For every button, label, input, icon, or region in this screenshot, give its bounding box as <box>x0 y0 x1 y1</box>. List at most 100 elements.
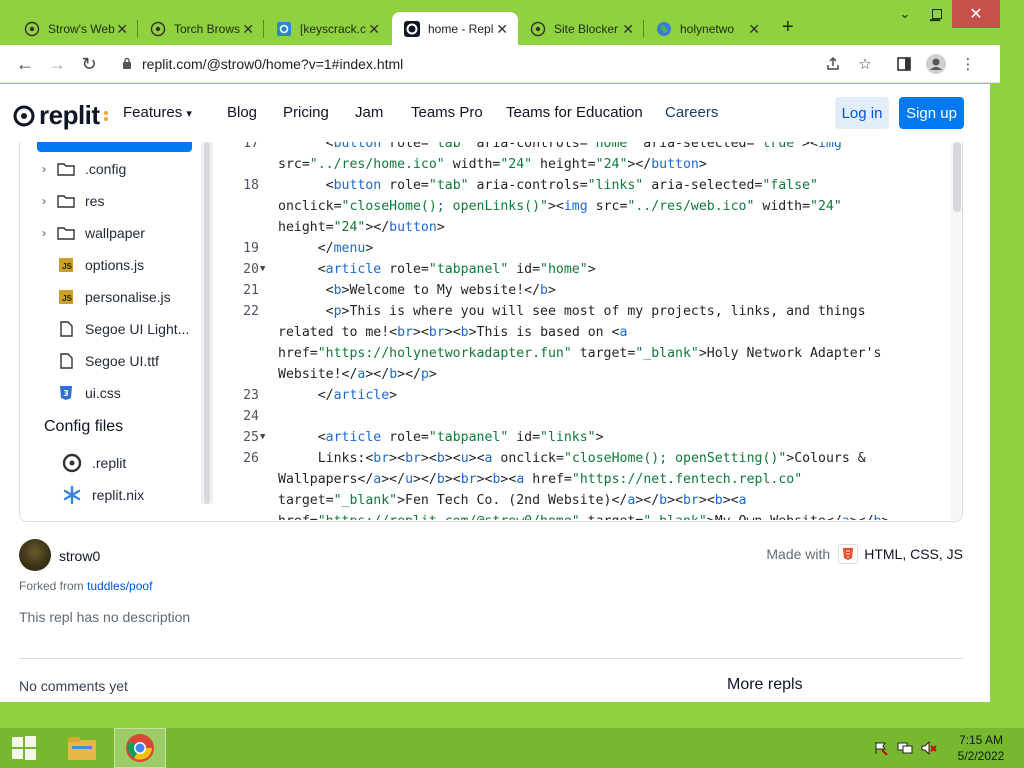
folder-icon <box>57 192 75 210</box>
logo-text: replit <box>39 100 100 130</box>
back-icon[interactable]: ← <box>14 53 36 75</box>
file-name: Segoe UI Light... <box>85 321 190 337</box>
code-line[interactable]: 19 </menu> <box>221 238 946 259</box>
folder-icon <box>57 160 75 178</box>
tree-file-ui-css[interactable]: 3 ui.css <box>37 379 197 407</box>
code-text: </menu> <box>278 241 374 256</box>
profile-icon[interactable] <box>925 53 947 75</box>
nix-snowflake-icon <box>62 485 82 505</box>
share-icon[interactable] <box>822 53 844 75</box>
address-bar[interactable]: replit.com/@strow0/home?v=1#index.html <box>112 50 882 78</box>
code-line[interactable]: 18 <button role="tab" aria-controls="lin… <box>221 175 946 238</box>
code-text: <p>This is where you will see most of my… <box>278 304 882 382</box>
code-text: <article role="tabpanel" id="home"> <box>278 262 596 277</box>
start-button[interactable] <box>0 728 48 768</box>
nav-pricing[interactable]: Pricing <box>283 104 329 121</box>
tab-home-repl[interactable]: home - Repl ✕ <box>392 12 518 45</box>
nav-features-label: Features <box>123 104 183 121</box>
new-tab-button[interactable]: + <box>782 16 794 39</box>
close-tab-icon[interactable]: ✕ <box>622 21 634 38</box>
css-file-icon: 3 <box>57 384 75 402</box>
code-line[interactable]: 22 <p>This is where you will see most of… <box>221 301 946 385</box>
code-line[interactable]: 26 Links:<br><br><b><u><a onclick="close… <box>221 448 946 520</box>
forward-icon[interactable]: → <box>46 53 68 75</box>
nav-features[interactable]: Features ▾ <box>123 104 192 121</box>
scrollbar-thumb[interactable] <box>204 142 210 504</box>
fold-chevron-icon[interactable]: ▼ <box>260 427 265 448</box>
maximize-icon <box>932 9 942 19</box>
tab-torch-browser[interactable]: Torch Brows ✕ <box>138 12 264 45</box>
chrome-taskbar[interactable] <box>114 728 166 768</box>
forked-link[interactable]: tuddles/poof <box>87 579 152 593</box>
volume-muted-icon[interactable] <box>920 740 938 756</box>
file-explorer-taskbar[interactable] <box>58 728 106 768</box>
selected-file-highlight[interactable] <box>37 142 192 152</box>
nav-careers[interactable]: Careers <box>665 104 718 121</box>
repl-description: This repl has no description <box>19 609 191 625</box>
tab-strows-web[interactable]: Strow's Web ✕ <box>12 12 138 45</box>
code-editor[interactable]: 17 <button role="tab" aria-controls="hom… <box>221 142 962 520</box>
code-line[interactable]: 17 <button role="tab" aria-controls="hom… <box>221 142 946 175</box>
tab-search-icon[interactable]: ⌄ <box>890 0 920 28</box>
svg-text:3: 3 <box>63 389 69 398</box>
maximize-button[interactable] <box>922 0 952 28</box>
system-clock[interactable]: 7:15 AM 5/2/2022 <box>946 732 1016 764</box>
reload-icon[interactable]: ↻ <box>78 53 100 75</box>
code-line[interactable]: 21 <b>Welcome to My website!</b> <box>221 280 946 301</box>
chevron-down-icon: ▾ <box>186 108 192 120</box>
html5-icon <box>838 544 859 564</box>
tab-keyscrack[interactable]: [keyscrack.c ✕ <box>264 12 390 45</box>
kebab-menu-icon[interactable]: ⋮ <box>957 53 979 75</box>
close-tab-icon[interactable]: ✕ <box>242 21 254 38</box>
line-number: 20 <box>243 262 259 277</box>
close-tab-icon[interactable]: ✕ <box>748 21 760 38</box>
fold-chevron-icon[interactable]: ▼ <box>260 259 265 280</box>
js-badge: JS <box>59 258 73 272</box>
nav-teams-education[interactable]: Teams for Education <box>506 104 643 121</box>
tab-holynetwork[interactable]: holynetwo ✕ <box>644 12 770 45</box>
tree-folder-res[interactable]: › res <box>37 187 197 215</box>
login-button[interactable]: Log in <box>835 97 889 129</box>
action-center-flag-icon[interactable] <box>872 740 890 756</box>
gear-icon <box>277 21 291 36</box>
nav-teams-pro[interactable]: Teams Pro <box>411 104 483 121</box>
nav-blog[interactable]: Blog <box>227 104 257 121</box>
tree-folder-wallpaper[interactable]: › wallpaper <box>37 219 197 247</box>
nav-jam[interactable]: Jam <box>355 104 383 121</box>
tree-file-segoe-ttf[interactable]: Segoe UI.ttf <box>37 347 197 375</box>
tree-file-segoe-light[interactable]: Segoe UI Light... <box>37 315 197 343</box>
config-file-replit[interactable]: .replit <box>62 450 126 476</box>
tree-folder-config[interactable]: › .config <box>37 155 197 183</box>
replit-icon <box>62 453 82 473</box>
side-panel-icon[interactable] <box>893 53 915 75</box>
file-tree-scrollbar[interactable] <box>201 142 213 504</box>
signup-button[interactable]: Sign up <box>899 97 964 129</box>
js-file-icon: JS <box>57 288 75 306</box>
code-line[interactable]: 24 <box>221 406 946 427</box>
replit-logo[interactable]: replit <box>13 100 110 131</box>
code-line[interactable]: 23 </article> <box>221 385 946 406</box>
owner-name[interactable]: strow0 <box>59 548 100 564</box>
code-line[interactable]: 25 ▼ <article role="tabpanel" id="links"> <box>221 427 946 448</box>
scrollbar-thumb[interactable] <box>953 142 961 212</box>
config-file-nix[interactable]: replit.nix <box>62 482 144 508</box>
languages: HTML, CSS, JS <box>864 546 963 562</box>
close-window-button[interactable]: ✕ <box>952 0 1000 28</box>
close-tab-icon[interactable]: ✕ <box>116 21 128 38</box>
forked-prefix: Forked from <box>19 579 88 593</box>
avatar[interactable] <box>19 539 51 571</box>
tab-site-blocker[interactable]: Site Blocker ✕ <box>518 12 644 45</box>
line-number: 18 <box>243 178 259 193</box>
close-tab-icon[interactable]: ✕ <box>496 21 508 38</box>
bookmark-star-icon[interactable]: ☆ <box>854 53 876 75</box>
tree-file-options-js[interactable]: JS options.js <box>37 251 197 279</box>
network-icon[interactable] <box>896 740 914 756</box>
clock-time: 7:15 AM <box>958 733 1004 747</box>
line-number: 22 <box>243 304 259 319</box>
browser-window: Strow's Web ✕ Torch Brows ✕ [keyscrack.c… <box>0 0 1000 706</box>
tree-file-personalise-js[interactable]: JS personalise.js <box>37 283 197 311</box>
editor-scrollbar[interactable] <box>951 142 962 520</box>
code-text: Links:<br><br><b><u><a onclick="closeHom… <box>278 451 889 520</box>
code-line[interactable]: 20 ▼ <article role="tabpanel" id="home"> <box>221 259 946 280</box>
close-tab-icon[interactable]: ✕ <box>368 21 380 38</box>
